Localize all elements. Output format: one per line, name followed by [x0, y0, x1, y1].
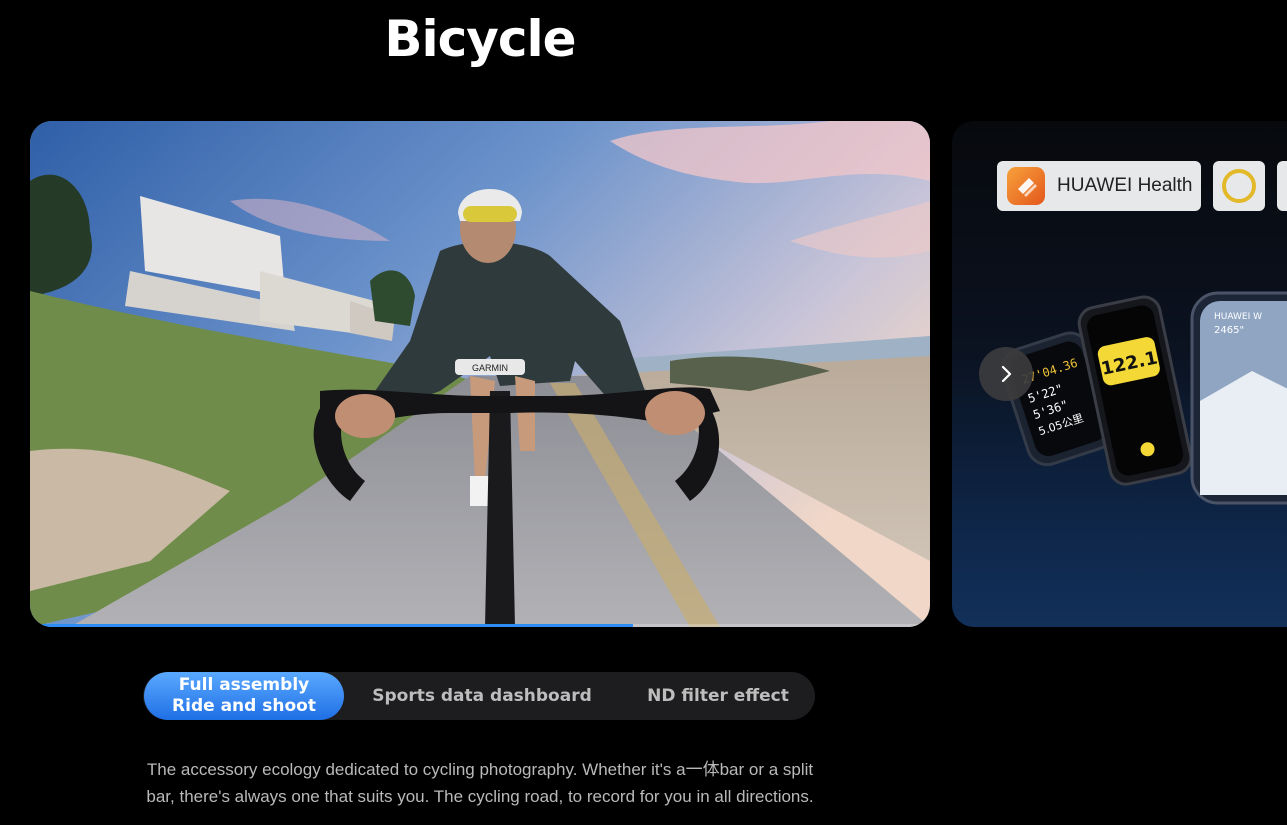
app-chip-partial: [1277, 161, 1287, 211]
watch-brand-readout: HUAWEI W: [1214, 312, 1262, 322]
video-progress-fill: [30, 624, 633, 627]
sports-dashboard-card[interactable]: HUAWEI Health 27'04.36 5'22" 5'36" 5.05公…: [952, 121, 1287, 627]
smartwatch-devices-image: 27'04.36 5'22" 5'36" 5.05公里 122.1 HUAWEI…: [1001, 291, 1287, 505]
svg-text:GARMIN: GARMIN: [472, 363, 508, 373]
tab-sports-data-dashboard[interactable]: Sports data dashboard: [363, 672, 601, 720]
tab-full-assembly[interactable]: Full assembly Ride and shoot: [144, 672, 344, 720]
huawei-health-chip: HUAWEI Health: [997, 161, 1201, 211]
tab-full-assembly-line1: Full assembly: [178, 675, 310, 695]
huawei-health-icon: [1007, 167, 1045, 205]
feature-tabs: Full assembly Ride and shoot Sports data…: [143, 672, 815, 720]
tab-nd-filter-effect[interactable]: ND filter effect: [633, 672, 803, 720]
description-line-2: bar, there's always one that suits you. …: [146, 787, 814, 806]
ring-app-chip: [1213, 161, 1265, 211]
carousel-next-button[interactable]: [979, 347, 1033, 401]
watch-altitude-readout: 2465": [1214, 325, 1244, 336]
chevron-right-icon: [1001, 365, 1012, 383]
tab-full-assembly-line2: Ride and shoot: [172, 696, 316, 716]
cycling-scene-image: GARMIN: [30, 121, 930, 627]
cycling-video-card[interactable]: GARMIN: [30, 121, 930, 627]
huawei-health-label: HUAWEI Health: [1057, 175, 1193, 196]
video-progress-track[interactable]: [30, 624, 930, 627]
description-line-1: The accessory ecology dedicated to cycli…: [146, 760, 814, 779]
feature-description: The accessory ecology dedicated to cycli…: [100, 756, 860, 810]
ring-icon: [1222, 169, 1256, 203]
page-title: Bicycle: [384, 10, 576, 68]
page: Bicycle GARMIN HUAWEI Health 27'04.36 5'…: [0, 0, 1287, 825]
